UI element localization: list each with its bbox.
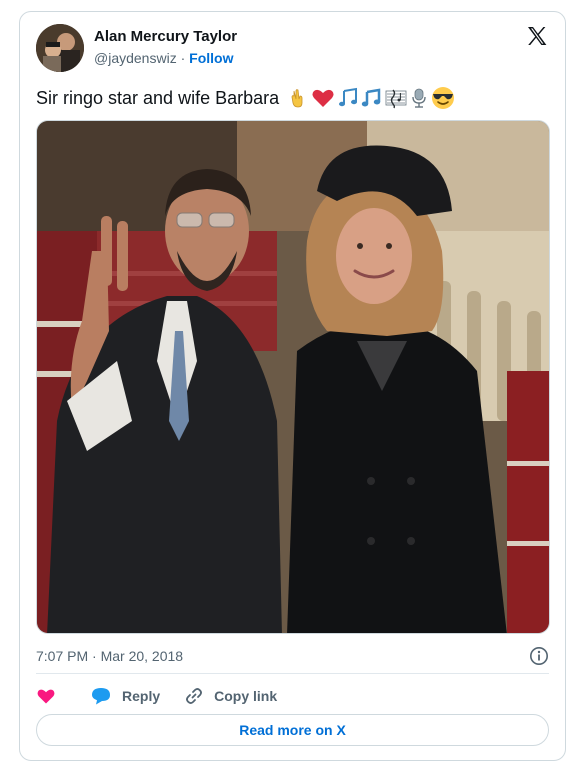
read-more-label: Read more on X [239, 722, 346, 738]
copy-link-button[interactable]: Copy link [184, 686, 277, 706]
tweet-text: Sir ringo star and wife Barbara [36, 87, 280, 108]
info-icon[interactable] [529, 646, 549, 666]
copy-link-label: Copy link [214, 688, 278, 704]
tweet-actions: Reply Copy link [36, 684, 301, 708]
tweet-photo[interactable] [36, 120, 550, 634]
musical-score-icon [385, 89, 407, 109]
musical-notes-icon [339, 87, 358, 107]
author-handle-row: @jaydenswiz · Follow [94, 50, 233, 66]
microphone-icon [412, 88, 426, 108]
divider [36, 673, 549, 674]
reply-label: Reply [122, 688, 161, 704]
reply-bubble-icon [92, 688, 110, 705]
sunglasses-face-icon [432, 87, 455, 109]
red-heart-icon [312, 89, 334, 107]
link-icon [186, 688, 203, 704]
musical-note-icon [361, 88, 381, 107]
reply-button[interactable]: Reply [90, 686, 160, 706]
tweet-text-row: Sir ringo star and wife Barbara [36, 86, 455, 110]
x-logo-icon[interactable] [525, 24, 549, 48]
tweet-card: Alan Mercury Taylor @jaydenswiz · Follow… [19, 11, 566, 761]
avatar[interactable] [36, 24, 84, 72]
author-name[interactable]: Alan Mercury Taylor [94, 28, 237, 45]
like-button[interactable] [36, 686, 66, 706]
victory-hand-icon [291, 89, 303, 108]
tweet-timestamp[interactable]: 7:07 PM · Mar 20, 2018 [36, 648, 183, 664]
heart-icon [37, 689, 55, 704]
author-handle[interactable]: @jaydenswiz [94, 50, 177, 66]
emoji-row [287, 86, 455, 110]
read-more-button[interactable]: Read more on X [36, 714, 549, 746]
follow-button[interactable]: Follow [189, 50, 233, 66]
separator-dot: · [180, 50, 186, 66]
